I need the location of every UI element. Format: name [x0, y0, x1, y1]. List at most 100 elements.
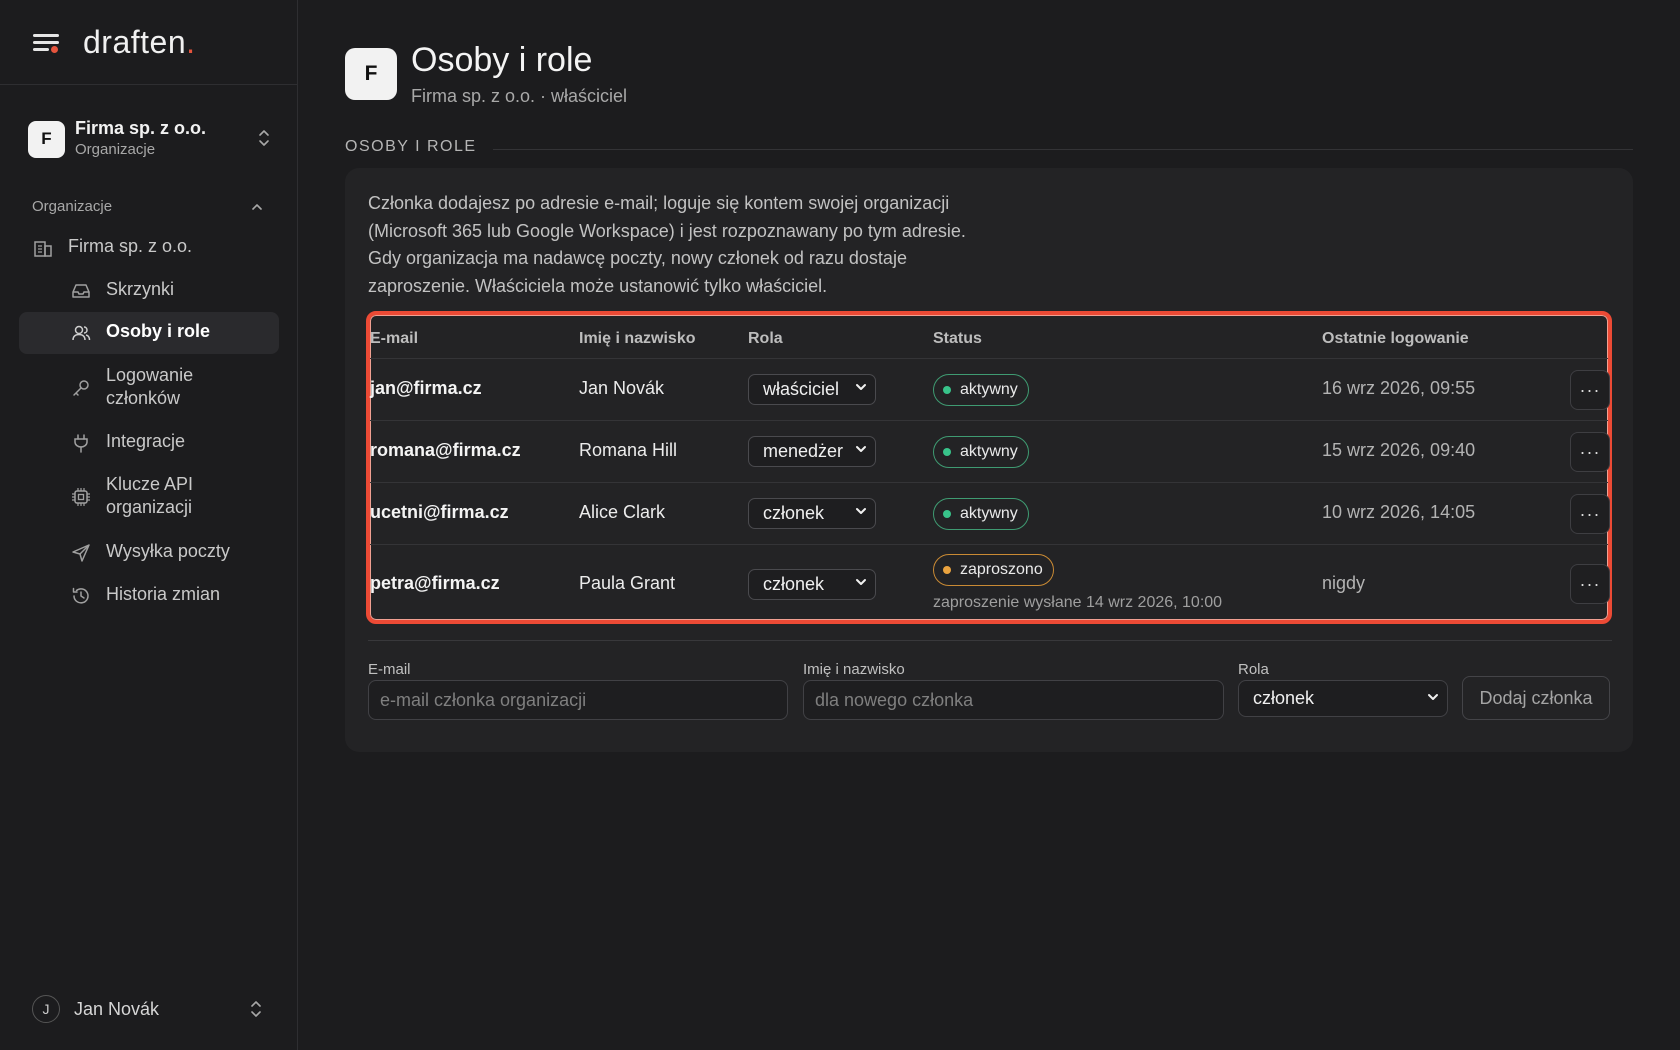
- role-select-value: właściciel: [763, 379, 840, 399]
- user-menu[interactable]: J Jan Novák: [32, 994, 264, 1024]
- invite-note: zaproszenie wysłane 14 wrz 2026, 10:00: [933, 594, 1223, 611]
- status-badge-label: aktywny: [960, 381, 1018, 398]
- users-icon: [72, 325, 91, 341]
- role-select-value: członek: [763, 574, 825, 594]
- column-header-status: Status: [933, 330, 982, 347]
- chevron-down-icon: [856, 508, 866, 514]
- role-select[interactable]: członek: [748, 498, 876, 529]
- more-icon: ···: [1579, 379, 1601, 400]
- status-badge-label: zaproszono: [960, 561, 1043, 578]
- chip-icon: [72, 488, 90, 506]
- table-row: ucetni@firma.cz Alice Clark członek akty…: [370, 482, 1610, 544]
- sidebar-item-org[interactable]: Firma sp. z o.o.: [32, 236, 192, 259]
- column-header-email: E-mail: [370, 330, 419, 347]
- email-field[interactable]: e-mail członka organizacji: [368, 680, 788, 720]
- name-field[interactable]: dla nowego członka: [803, 680, 1224, 720]
- member-name: Alice Clark: [579, 502, 666, 522]
- row-actions-button[interactable]: ···: [1570, 494, 1610, 534]
- org-switcher-name: Firma sp. z o.o.: [75, 118, 207, 138]
- user-name: Jan Novák: [74, 998, 160, 1019]
- status-dot: [943, 386, 951, 394]
- sidebar-item-klucze-api[interactable]: Klucze API organizacji: [70, 473, 193, 519]
- chevron-down-icon: [1428, 694, 1438, 700]
- role-select[interactable]: członek: [748, 569, 876, 600]
- status-dot: [943, 566, 951, 574]
- sidebar: draften. F Firma sp. z o.o. Organizacje …: [0, 0, 298, 1050]
- menu-icon[interactable]: [33, 32, 59, 53]
- sidebar-section-title: Organizacje: [32, 198, 113, 215]
- column-header-role: Rola: [748, 330, 783, 347]
- sidebar-item-integracje[interactable]: Integracje: [70, 431, 185, 454]
- status-badge-label: aktywny: [960, 505, 1018, 522]
- table-row: romana@firma.cz Romana Hill menedżer akt…: [370, 420, 1610, 482]
- row-actions-button[interactable]: ···: [1570, 432, 1610, 472]
- role-select[interactable]: menedżer: [748, 436, 876, 467]
- column-header-last-login: Ostatnie logowanie: [1322, 330, 1469, 347]
- history-icon: [72, 587, 89, 604]
- section-label: OSOBY I ROLE: [345, 138, 1633, 156]
- sidebar-item-label: Skrzynki: [106, 279, 175, 299]
- last-login: 10 wrz 2026, 14:05: [1322, 502, 1476, 522]
- sidebar-item-wysylka-poczty[interactable]: Wysyłka poczty: [70, 541, 230, 564]
- send-icon: [72, 544, 90, 562]
- chevron-up-down-icon: [259, 130, 269, 146]
- member-email: ucetni@firma.cz: [370, 502, 509, 522]
- new-member-role-select[interactable]: członek: [1238, 680, 1448, 717]
- column-header-name: Imię i nazwisko: [579, 330, 696, 347]
- sidebar-item-label: Klucze API organizacji: [106, 474, 194, 517]
- member-email: petra@firma.cz: [370, 573, 500, 593]
- status-badge-label: aktywny: [960, 443, 1018, 460]
- key-icon: [73, 380, 89, 396]
- sidebar-item-label: Logowanie członków: [106, 365, 194, 408]
- table-row: jan@firma.cz Jan Novák właściciel aktywn…: [370, 358, 1610, 420]
- org-switcher-sub: Organizacje: [75, 141, 156, 158]
- org-avatar: F: [345, 47, 397, 100]
- more-icon: ···: [1579, 503, 1601, 524]
- sidebar-section-organizations[interactable]: Organizacje: [32, 198, 264, 215]
- last-login: nigdy: [1322, 573, 1366, 593]
- page-title: Osoby i role: [411, 41, 593, 79]
- member-email: romana@firma.cz: [370, 440, 521, 460]
- sidebar-item-label: Osoby i role: [106, 321, 211, 341]
- add-member-button[interactable]: Dodaj członka: [1462, 676, 1610, 720]
- member-name: Paula Grant: [579, 573, 676, 593]
- role-select[interactable]: właściciel: [748, 374, 876, 405]
- email-placeholder: e-mail członka organizacji: [380, 689, 587, 710]
- name-placeholder: dla nowego członka: [815, 689, 974, 710]
- status-dot: [943, 510, 951, 518]
- row-actions-button[interactable]: ···: [1570, 370, 1610, 410]
- sidebar-item-osoby-i-role[interactable]: Osoby i role: [19, 312, 279, 354]
- brand-bar: draften.: [0, 0, 297, 85]
- sidebar-item-label: Firma sp. z o.o.: [68, 236, 193, 256]
- role-select-value: członek: [1253, 688, 1315, 708]
- role-label: Rola: [1238, 661, 1269, 678]
- sidebar-item-logowanie[interactable]: Logowanie członków: [70, 364, 193, 410]
- role-select-value: członek: [763, 503, 825, 523]
- member-name: Jan Novák: [579, 378, 665, 398]
- inbox-icon: [72, 284, 90, 298]
- status-badge: aktywny: [933, 374, 1029, 406]
- sidebar-item-label: Wysyłka poczty: [106, 541, 230, 561]
- last-login: 15 wrz 2026, 09:40: [1322, 440, 1476, 460]
- org-switcher[interactable]: F Firma sp. z o.o. Organizacje: [28, 116, 272, 162]
- row-actions-button[interactable]: ···: [1570, 564, 1610, 604]
- brand-logo[interactable]: draften.: [83, 24, 196, 61]
- divider: [492, 148, 1633, 150]
- more-icon: ···: [1579, 573, 1601, 594]
- name-label: Imię i nazwisko: [803, 661, 905, 678]
- sidebar-item-historia-zmian[interactable]: Historia zmian: [70, 584, 220, 607]
- chevron-up-icon: [252, 203, 262, 210]
- status-badge: aktywny: [933, 498, 1029, 530]
- page-header: F Osoby i role Firma sp. z o.o. · właści…: [345, 40, 627, 107]
- chevron-up-down-icon: [251, 1001, 261, 1017]
- member-email: jan@firma.cz: [370, 378, 482, 398]
- chevron-down-icon: [856, 579, 866, 585]
- members-table: E-mail Imię i nazwisko Rola Status Ostat…: [366, 311, 1612, 624]
- sidebar-item-skrzynki[interactable]: Skrzynki: [70, 279, 174, 302]
- sidebar-item-label: Integracje: [106, 431, 186, 451]
- chevron-down-icon: [856, 446, 866, 452]
- org-avatar: F: [28, 120, 65, 158]
- more-icon: ···: [1579, 441, 1601, 462]
- plug-icon: [74, 434, 88, 453]
- members-card: Członka dodajesz po adresie e-mail; logu…: [345, 168, 1633, 752]
